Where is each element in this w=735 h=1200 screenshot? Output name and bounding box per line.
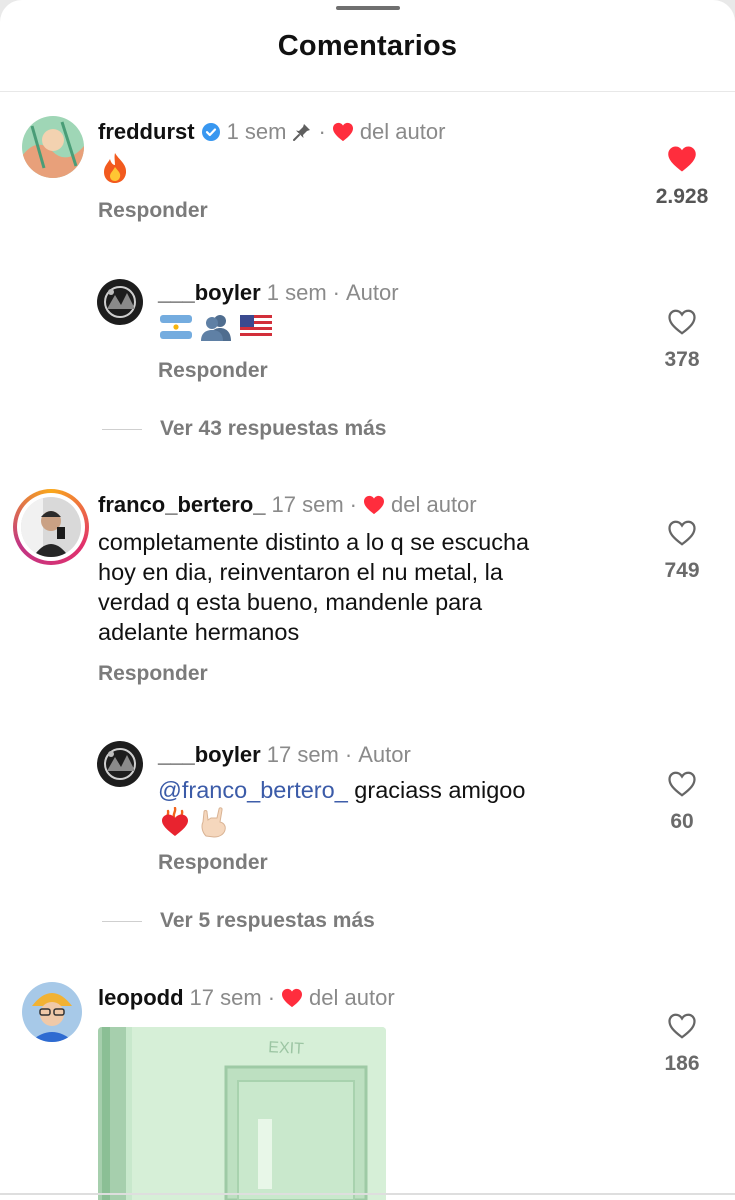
reply-button[interactable]: Responder [98, 662, 208, 686]
heart-outline-icon [668, 1013, 696, 1039]
like-count: 2.928 [655, 185, 709, 208]
heart-filled-icon [668, 146, 696, 172]
header-divider [0, 91, 735, 92]
emoji-row [160, 806, 230, 838]
comments-sheet: Comentarios freddurst 1 sem · del autor [0, 0, 735, 1200]
timestamp: 17 sem [189, 985, 262, 1010]
author-heart-icon [332, 122, 353, 142]
avatar[interactable] [22, 982, 82, 1042]
author-heart-icon [364, 495, 384, 515]
bottom-divider [0, 1193, 735, 1195]
busts-in-silhouette-icon [201, 315, 231, 341]
avatar [21, 497, 81, 557]
comment-text: completamente distinto a lo q se escucha… [98, 527, 638, 647]
mention-link[interactable]: @franco_bertero_ [158, 777, 348, 803]
author-like-label: del autor [391, 492, 477, 517]
author-heart-icon [282, 988, 303, 1008]
divider [102, 428, 142, 430]
separator: · [318, 119, 326, 144]
author-like-label: del autor [309, 985, 395, 1010]
view-more-replies-label: Ver 5 respuestas más [160, 909, 375, 932]
reply-button[interactable]: Responder [98, 199, 208, 223]
timestamp: 1 sem [226, 119, 287, 144]
exit-sign-text: EXIT [268, 1039, 305, 1058]
reply-button[interactable]: Responder [158, 359, 268, 383]
heart-outline-icon [668, 520, 696, 546]
comment-body [160, 313, 272, 341]
like-button[interactable]: 2.928 [642, 145, 722, 209]
view-more-replies-label: Ver 43 respuestas más [160, 417, 387, 440]
sheet-grabber[interactable] [336, 6, 400, 10]
like-button[interactable]: 60 [642, 770, 722, 834]
comment-text-line: hoy en dia, reinventaron el nu metal, la [98, 559, 503, 585]
comment-body [100, 152, 130, 184]
comment-meta: leopodd 17 sem · del autor [98, 985, 395, 1011]
pin-icon [293, 124, 311, 141]
heart-outline-icon [668, 771, 696, 797]
separator: · [267, 985, 276, 1010]
avatar-story-ring[interactable] [13, 489, 89, 565]
username-link[interactable]: freddurst [98, 119, 195, 145]
usa-flag-icon [240, 315, 272, 339]
page-title: Comentarios [277, 30, 458, 62]
comment-meta: freddurst 1 sem · del autor [98, 119, 445, 145]
verified-badge-icon [201, 123, 220, 141]
comment-text-line: adelante hermanos [98, 619, 300, 645]
comment-text-line: verdad q esta bueno, mandenle para [98, 589, 483, 615]
reply-button[interactable]: Responder [158, 851, 268, 875]
separator: · [332, 280, 340, 305]
comment-text: @franco_bertero_ graciass amigoo [158, 775, 628, 805]
comment-meta: ___boyler 1 sem · Autor [158, 280, 399, 306]
username-link[interactable]: franco_bertero_ [98, 492, 266, 518]
timestamp: 17 sem [266, 742, 339, 767]
comment-media-image[interactable]: EXIT [98, 1027, 386, 1200]
comment-meta: ___boyler 17 sem · Autor [158, 742, 411, 768]
view-more-replies-button[interactable]: Ver 43 respuestas más [102, 417, 387, 441]
fire-icon [104, 153, 127, 183]
username-link[interactable]: ___boyler [158, 742, 261, 768]
heart-outline-icon [668, 309, 696, 335]
separator: · [344, 742, 353, 767]
author-like-label: del autor [359, 119, 446, 144]
reply-text: graciass amigoo [347, 777, 526, 803]
avatar[interactable] [97, 741, 143, 787]
comment-meta: franco_bertero_ 17 sem · del autor [98, 492, 477, 518]
author-tag: Autor [358, 742, 411, 767]
view-more-replies-button[interactable]: Ver 5 respuestas más [102, 909, 375, 933]
like-count: 749 [664, 559, 700, 582]
like-count: 60 [670, 810, 694, 833]
username-link[interactable]: leopodd [98, 985, 184, 1011]
author-tag: Autor [345, 280, 399, 305]
sign-of-the-horns-icon [201, 807, 226, 838]
like-button[interactable]: 749 [642, 519, 722, 583]
avatar[interactable] [97, 279, 143, 325]
comment-text-line: completamente distinto a lo q se escucha [98, 529, 530, 555]
like-button[interactable]: 186 [642, 1012, 722, 1076]
avatar[interactable] [22, 116, 84, 178]
username-link[interactable]: ___boyler [158, 280, 261, 306]
divider [102, 920, 142, 922]
timestamp: 1 sem [266, 280, 327, 305]
like-button[interactable]: 378 [642, 308, 722, 372]
like-count: 378 [664, 348, 700, 371]
timestamp: 17 sem [271, 492, 344, 517]
heart-on-fire-icon [162, 807, 188, 836]
argentina-flag-icon [160, 315, 192, 339]
like-count: 186 [664, 1052, 700, 1075]
separator: · [349, 492, 357, 517]
